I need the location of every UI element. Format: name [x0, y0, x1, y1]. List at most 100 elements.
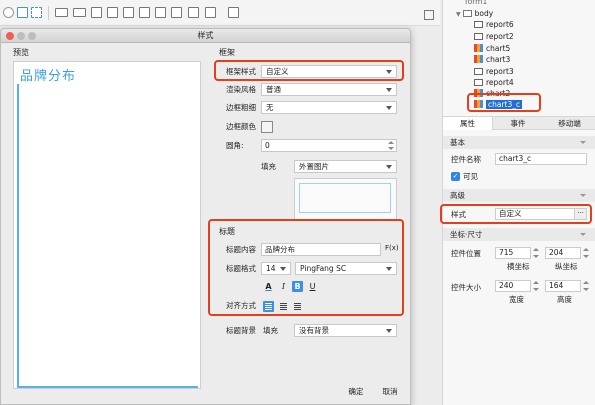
tab-mobile[interactable]: 移动端 [543, 117, 595, 130]
align-right-icon[interactable] [292, 301, 303, 312]
tree-body[interactable]: ▼ body [456, 8, 493, 19]
zoom-icon[interactable] [28, 32, 36, 40]
tree-item[interactable]: report3 [474, 66, 514, 77]
section-advanced[interactable]: 高级 [443, 189, 595, 202]
position-label: 控件位置 [451, 249, 481, 258]
fill-image-preview[interactable] [294, 178, 397, 220]
style-label: 样式 [451, 210, 466, 219]
chevron-down-icon [580, 194, 586, 197]
border-width-select[interactable]: 无 [261, 101, 397, 114]
title-format-label: 标题格式 [226, 264, 256, 273]
tree-item[interactable]: report4 [474, 77, 514, 88]
chevron-down-icon [386, 267, 392, 271]
corner-stepper[interactable] [388, 140, 394, 151]
minimize-icon[interactable] [17, 32, 25, 40]
folder-icon [462, 10, 472, 17]
visible-checkbox[interactable]: ✓ [451, 172, 460, 181]
close-icon[interactable] [6, 32, 14, 40]
style-dialog: 样式 预览 品牌分布 框架 框架样式 自定义 渲染风格 普通 边框粗细 无 边框… [0, 28, 411, 405]
cursor-icon[interactable] [17, 7, 28, 18]
fill-select[interactable]: 外置图片 [294, 160, 397, 173]
width-input[interactable]: 240 [495, 280, 531, 292]
chevron-down-icon [386, 165, 392, 169]
x-input[interactable]: 715 [495, 247, 531, 259]
tree-item[interactable]: report6 [474, 19, 514, 30]
list-icon[interactable] [139, 7, 150, 18]
width-caption: 宽度 [509, 295, 524, 304]
align-left-icon[interactable] [263, 301, 274, 312]
x-caption: 横坐标 [507, 262, 530, 271]
checkbox-group-icon[interactable] [188, 7, 199, 18]
section-basic[interactable]: 基本 [443, 136, 595, 149]
chevron-down-icon [386, 88, 392, 92]
title-bg-label: 标题背景 [226, 326, 256, 335]
bold-button[interactable]: B [292, 281, 303, 292]
tree-widget-icon[interactable] [155, 7, 166, 18]
title-bg-fill-label: 填充 [263, 326, 278, 335]
border-color-label: 边框颜色 [226, 122, 256, 131]
height-stepper[interactable] [583, 280, 589, 292]
name-label: 控件名称 [451, 155, 481, 164]
textbox-icon[interactable] [55, 8, 68, 17]
date-icon[interactable] [107, 7, 118, 18]
tree-item[interactable]: report2 [474, 31, 514, 42]
font-color-button[interactable]: A [263, 281, 274, 292]
font-family-select[interactable]: PingFang SC [295, 262, 397, 275]
report-icon [474, 33, 483, 40]
report-icon [474, 68, 483, 75]
panel-toggle-icon[interactable] [424, 10, 434, 20]
x-stepper[interactable] [533, 247, 539, 259]
visible-label: 可见 [463, 172, 478, 181]
tab-properties[interactable]: 属性 [443, 117, 493, 130]
tree-root[interactable]: form1 [465, 0, 487, 7]
title-content-input[interactable]: 品牌分布 [261, 243, 381, 256]
style-input[interactable]: 自定义 [495, 208, 575, 220]
chart-icon [474, 55, 483, 63]
table-icon[interactable] [123, 7, 134, 18]
title-bg-select[interactable]: 没有背景 [294, 324, 397, 337]
report-icon [474, 79, 483, 86]
y-caption: 纵坐标 [555, 262, 578, 271]
preview-frame-left [17, 84, 19, 386]
radio-group-icon[interactable] [171, 7, 182, 18]
y-input[interactable]: 204 [545, 247, 581, 259]
button-widget-icon[interactable] [73, 8, 86, 17]
section-coords[interactable]: 坐标·尺寸 [443, 228, 595, 241]
combo-icon[interactable] [91, 7, 102, 18]
tree-item[interactable]: chart5 [474, 43, 510, 54]
border-color-swatch[interactable] [261, 121, 273, 133]
tree-item[interactable]: chart3 [474, 54, 510, 65]
font-size-select[interactable]: 14 [261, 262, 291, 275]
align-label: 对齐方式 [226, 301, 256, 310]
formula-button[interactable]: F(x) [385, 244, 399, 252]
ok-button[interactable]: 确定 [341, 385, 371, 398]
underline-button[interactable]: U [307, 281, 318, 292]
chevron-down-icon [280, 267, 286, 271]
align-center-icon[interactable] [278, 301, 289, 312]
dialog-titlebar: 样式 [1, 29, 410, 43]
style-more-button[interactable]: ··· [574, 208, 587, 220]
chart-icon [474, 100, 483, 108]
width-stepper[interactable] [533, 280, 539, 292]
dialog-title: 样式 [197, 31, 214, 40]
corner-input[interactable]: 0 [261, 139, 397, 152]
render-style-select[interactable]: 普通 [261, 83, 397, 96]
tree-item[interactable]: chart2 [474, 88, 510, 99]
y-stepper[interactable] [583, 247, 589, 259]
chevron-down-icon [386, 70, 392, 74]
italic-button[interactable]: I [278, 281, 289, 292]
image-placeholder [299, 183, 391, 213]
frame-style-select[interactable]: 自定义 [261, 65, 397, 78]
undo-icon[interactable] [3, 7, 14, 18]
multi-select-icon[interactable] [205, 7, 216, 18]
tree-item-selected[interactable]: chart3_c [474, 99, 523, 110]
preview-canvas: 品牌分布 [13, 61, 201, 389]
tab-events[interactable]: 事件 [493, 117, 543, 130]
name-input[interactable]: chart3_c [495, 153, 587, 165]
height-input[interactable]: 164 [545, 280, 581, 292]
search-doc-icon[interactable] [228, 7, 239, 18]
title-content-label: 标题内容 [226, 245, 256, 254]
select-icon[interactable] [31, 7, 42, 18]
cancel-button[interactable]: 取消 [375, 385, 405, 398]
frame-style-label: 框架样式 [226, 67, 256, 76]
